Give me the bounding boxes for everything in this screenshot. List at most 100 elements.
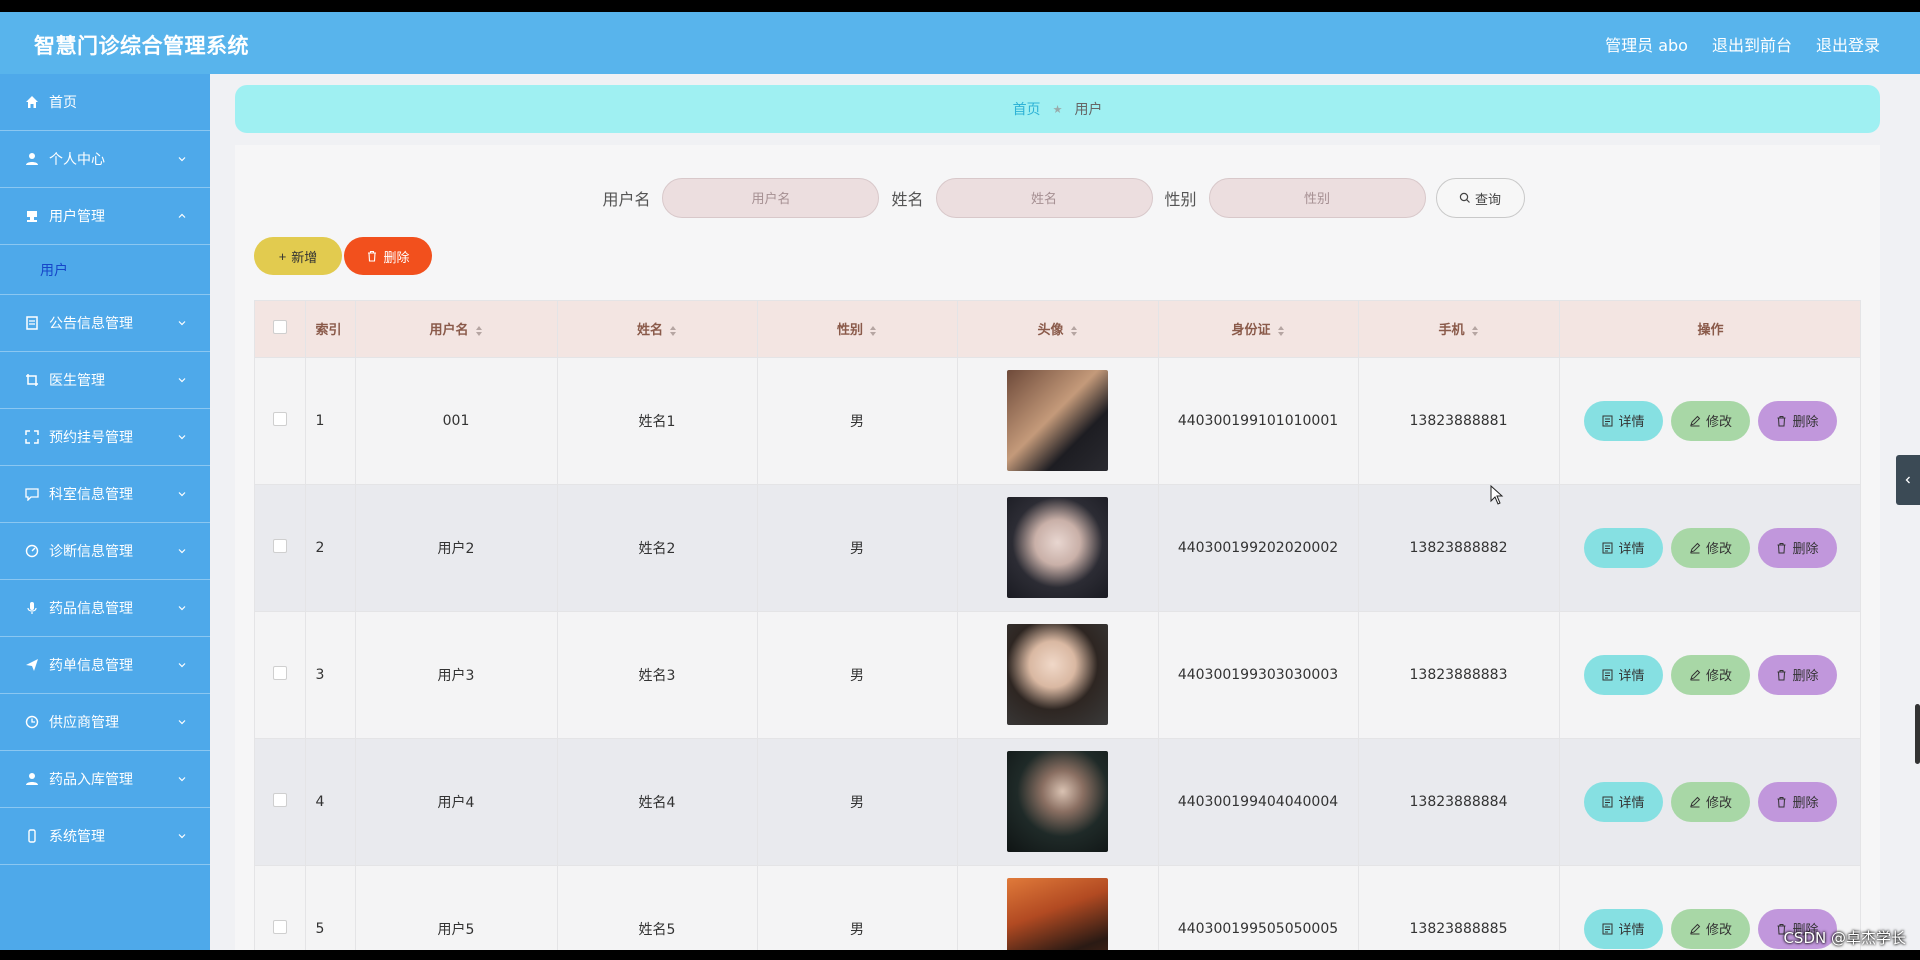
detail-button[interactable]: 详情: [1584, 908, 1663, 949]
edit-button[interactable]: 修改: [1671, 527, 1750, 568]
admin-label[interactable]: 管理员 abo: [1605, 32, 1688, 56]
sidebar-item-doctor[interactable]: 医生管理: [0, 352, 210, 409]
chevron-down-icon: [178, 492, 186, 497]
chevron-down-icon: [178, 606, 186, 611]
column-header-phone[interactable]: 手机: [1358, 301, 1560, 357]
detail-button[interactable]: 详情: [1584, 400, 1663, 441]
clock-icon: [24, 714, 40, 730]
header-label: 手机: [1438, 323, 1465, 339]
chevron-down-icon: [178, 435, 186, 440]
sidebar-subitem-user[interactable]: 用户: [0, 245, 210, 295]
sidebar-item-medicine[interactable]: 药品信息管理: [0, 580, 210, 637]
trash-icon: [1777, 796, 1786, 807]
phone-cell: 13823888884: [1358, 737, 1560, 865]
sort-icon: [670, 325, 676, 336]
sidebar-item-stock-in[interactable]: 药品入库管理: [0, 751, 210, 808]
sidebar-item-label: 系统管理: [49, 829, 105, 845]
sidebar-item-user-management[interactable]: 用户管理: [0, 188, 210, 245]
detail-label: 详情: [1618, 795, 1645, 810]
avatar: [1007, 751, 1108, 852]
row-checkbox[interactable]: [272, 411, 287, 426]
table-row[interactable]: 2 用户2 姓名2 男 440300199202020002 13823888882 详情 修…: [255, 483, 1860, 611]
sidebar-item-home[interactable]: 首页: [0, 74, 210, 131]
edit-button[interactable]: 修改: [1671, 908, 1750, 949]
document-icon: [24, 315, 40, 331]
document-icon: [1602, 796, 1613, 807]
row-checkbox[interactable]: [272, 792, 287, 807]
detail-button[interactable]: 详情: [1584, 781, 1663, 822]
breadcrumb-current: 用户: [1074, 102, 1103, 118]
edit-button[interactable]: 修改: [1671, 400, 1750, 441]
table-row[interactable]: 1 001 姓名1 男 440300199101010001 13823888881 详情 修…: [255, 356, 1860, 484]
detail-label: 详情: [1618, 414, 1645, 429]
column-header-avatar[interactable]: 头像: [957, 301, 1159, 357]
batch-delete-button[interactable]: 删除: [344, 237, 432, 275]
top-header: 智慧门诊综合管理系统 管理员 abo 退出到前台 退出登录: [0, 12, 1920, 74]
username-input[interactable]: [662, 178, 880, 218]
username-cell: 用户3: [355, 610, 558, 738]
sidebar-item-label: 预约挂号管理: [49, 430, 133, 446]
delete-label: 删除: [1792, 414, 1819, 429]
edit-label: 修改: [1705, 668, 1732, 683]
detail-button[interactable]: 详情: [1584, 527, 1663, 568]
document-icon: [1602, 415, 1613, 426]
detail-button[interactable]: 详情: [1584, 654, 1663, 695]
delete-label: 删除: [383, 249, 410, 265]
exit-to-front-link[interactable]: 退出到前台: [1712, 32, 1792, 56]
scrollbar[interactable]: [1915, 704, 1920, 764]
chevron-left-icon: [1905, 476, 1910, 484]
phone-cell: 13823888883: [1358, 610, 1560, 738]
pencil-icon: [1690, 415, 1701, 426]
trash-icon: [368, 250, 377, 262]
sidebar-item-personal-center[interactable]: 个人中心: [0, 131, 210, 188]
column-header-gender[interactable]: 性别: [757, 301, 958, 357]
row-checkbox[interactable]: [272, 538, 287, 553]
column-header-id-card[interactable]: 身份证: [1158, 301, 1359, 357]
row-delete-button[interactable]: 删除: [1758, 654, 1837, 695]
row-delete-button[interactable]: 删除: [1758, 781, 1837, 822]
username-cell: 用户4: [355, 737, 558, 865]
collapse-panel-tab[interactable]: [1896, 455, 1920, 505]
row-checkbox[interactable]: [272, 665, 287, 680]
row-actions: 详情 修改 删除: [1560, 781, 1861, 822]
sidebar-item-department[interactable]: 科室信息管理: [0, 466, 210, 523]
avatar-cell: [957, 356, 1159, 484]
column-header-username[interactable]: 用户名: [355, 301, 558, 357]
sidebar-item-appointment[interactable]: 预约挂号管理: [0, 409, 210, 466]
name-input[interactable]: [935, 178, 1153, 218]
query-label: 查询: [1475, 191, 1502, 207]
table-row[interactable]: 4 用户4 姓名4 男 440300199404040004 13823888884 详情 修…: [255, 737, 1861, 865]
gender-input[interactable]: [1208, 178, 1426, 218]
header-links: 管理员 abo 退出到前台 退出登录: [1605, 32, 1880, 56]
app-window: 智慧门诊综合管理系统 管理员 abo 退出到前台 退出登录 首页 个人中心 用户…: [0, 12, 1920, 950]
sidebar-item-supplier[interactable]: 供应商管理: [0, 694, 210, 751]
chevron-down-icon: [178, 663, 186, 668]
table-row[interactable]: 5 用户5 姓名5 男 440300199505050005 13823888885 详情 修…: [255, 864, 1860, 950]
gender-cell: 男: [757, 737, 958, 865]
breadcrumb-home[interactable]: 首页: [1013, 99, 1041, 119]
star-separator-icon: ★: [1052, 102, 1063, 116]
operations-cell: 详情 修改 删除: [1559, 356, 1860, 484]
add-button[interactable]: + 新增: [254, 237, 342, 275]
avatar-cell: [957, 483, 1159, 611]
sidebar-item-prescription[interactable]: 药单信息管理: [0, 637, 210, 694]
sidebar-item-diagnosis[interactable]: 诊断信息管理: [0, 523, 210, 580]
sort-icon: [870, 325, 876, 336]
sidebar-item-announcement[interactable]: 公告信息管理: [0, 295, 210, 352]
table-row[interactable]: 3 用户3 姓名3 男 440300199303030003 13823888883 详情 修…: [255, 610, 1860, 738]
row-delete-button[interactable]: 删除: [1758, 400, 1837, 441]
index-cell: 4: [305, 737, 356, 865]
query-button[interactable]: 查询: [1435, 178, 1525, 218]
mouse-cursor-icon: [1490, 485, 1504, 505]
pencil-icon: [1690, 669, 1701, 680]
pencil-icon: [1690, 796, 1701, 807]
row-checkbox[interactable]: [272, 919, 287, 934]
edit-button[interactable]: 修改: [1671, 654, 1750, 695]
row-delete-button[interactable]: 删除: [1758, 527, 1837, 568]
index-cell: 5: [305, 864, 356, 950]
sidebar-item-system[interactable]: 系统管理: [0, 808, 210, 865]
logout-link[interactable]: 退出登录: [1816, 32, 1880, 56]
column-header-name[interactable]: 姓名: [557, 301, 758, 357]
edit-button[interactable]: 修改: [1671, 781, 1750, 822]
select-all-checkbox[interactable]: [272, 319, 287, 334]
